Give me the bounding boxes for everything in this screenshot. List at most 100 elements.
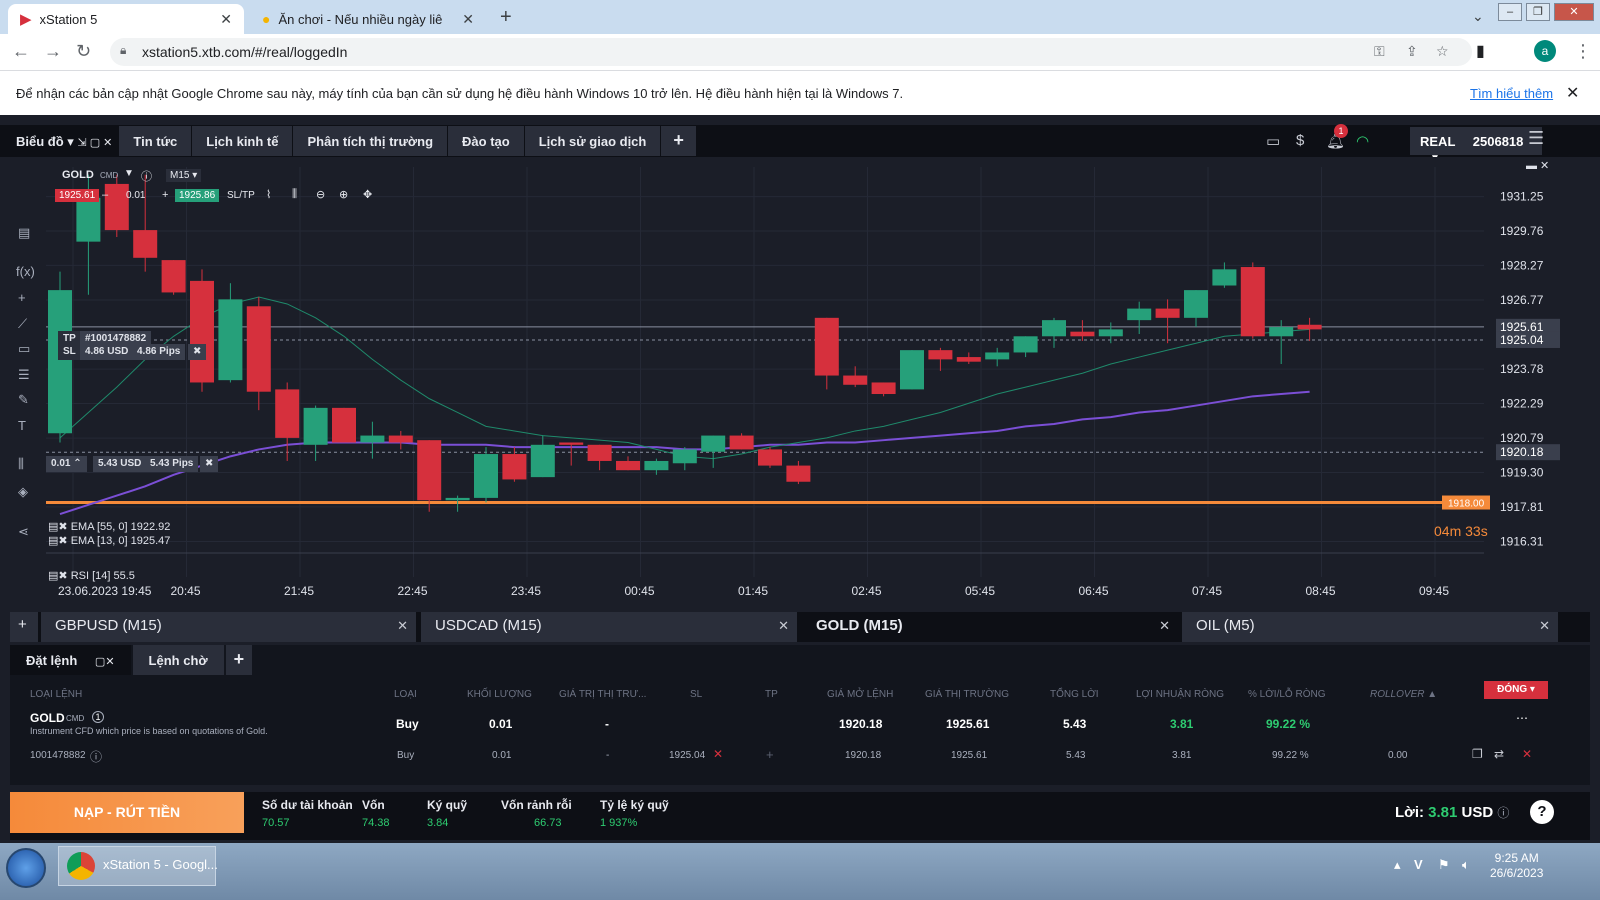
help-button[interactable]: ?	[1530, 800, 1554, 824]
browser-tab-xstation[interactable]: ▶ xStation 5 ✕	[8, 4, 244, 34]
timeframe-selector[interactable]: M15 ▾	[166, 169, 202, 182]
layers-icon[interactable]: ◈	[18, 484, 28, 500]
nav-news[interactable]: Tin tức	[119, 126, 192, 156]
remove-sl-icon[interactable]: ✕	[713, 747, 723, 761]
zoom-out-icon[interactable]: ⊖	[316, 188, 325, 201]
address-bar[interactable]: 🔒︎ xstation5.xtb.com/#/real/loggedIn ⚿ ⇪…	[110, 38, 1472, 66]
zoom-in-icon[interactable]: ⊕	[339, 188, 348, 201]
profile-avatar[interactable]: a	[1534, 40, 1556, 62]
col-gross-profit[interactable]: TỔNG LỜI	[1050, 689, 1099, 700]
reload-icon[interactable]: ↻	[76, 41, 91, 62]
move-icon[interactable]: ✥	[363, 188, 372, 201]
infobar-close-icon[interactable]: ✕	[1566, 83, 1579, 103]
tray-v-icon[interactable]: V	[1414, 857, 1423, 872]
settings-slider-icon[interactable]: ⫼	[18, 456, 24, 472]
remove-sl-icon[interactable]: ✖	[188, 344, 207, 360]
back-icon[interactable]: ←	[12, 41, 30, 62]
symbol-name[interactable]: GOLD	[62, 169, 94, 181]
col-net-pct[interactable]: % LỜI/LỖ RÒNG	[1248, 689, 1325, 700]
chart-window-controls-icon[interactable]: ▬ ✕	[1526, 159, 1549, 172]
chart-type-icon[interactable]: ▤	[18, 225, 30, 241]
nav-market-analysis[interactable]: Phân tích thị trường	[293, 126, 448, 156]
bookmark-star-icon[interactable]: ☆	[1436, 43, 1449, 60]
close-icon[interactable]: ✕	[397, 618, 408, 634]
tray-arrow-icon[interactable]: ▴	[1394, 857, 1401, 873]
candle-icon[interactable]: ⫼	[292, 188, 297, 201]
account-selector[interactable]: REAL 2506818 ▼	[1410, 127, 1542, 164]
text-tool-icon[interactable]: T	[18, 418, 26, 433]
rectangle-tool-icon[interactable]: ▭	[18, 341, 30, 357]
rsi-legend[interactable]: ▤✖ RSI [14] 55.5	[48, 569, 135, 582]
col-market-price[interactable]: GIÁ THỊ TRƯỜNG	[925, 689, 1009, 700]
symbol-tab-gbpusd[interactable]: GBPUSD (M15) ✕	[41, 612, 416, 642]
tab-window-icon[interactable]: ▢✕	[95, 656, 115, 668]
side-panel-icon[interactable]: ▮	[1476, 41, 1485, 61]
minimize-button[interactable]: –	[1498, 3, 1522, 21]
add-tab-button[interactable]: +	[661, 126, 696, 156]
system-clock[interactable]: 9:25 AM 26/6/2023	[1490, 851, 1543, 881]
info-icon[interactable]: ⓘ	[1497, 806, 1509, 820]
currency-icon[interactable]: $	[1296, 132, 1304, 149]
volume-minus-button[interactable]: –	[102, 189, 108, 201]
tab-pending-orders[interactable]: Lệnh chờ	[132, 645, 224, 675]
line-tool-icon[interactable]: ⟋	[18, 316, 27, 332]
close-icon[interactable]: ✕	[778, 618, 789, 634]
forward-icon[interactable]: →	[44, 41, 62, 62]
close-window-button[interactable]: ✕	[1554, 3, 1594, 21]
close-icon[interactable]: ✕	[1159, 618, 1170, 634]
nav-education[interactable]: Đào tạo	[448, 126, 524, 156]
price-chart[interactable]: 1931.251929.761928.271926.771925.611925.…	[10, 157, 1590, 612]
lock-icon[interactable]: 🔒︎	[120, 43, 126, 58]
col-net-profit[interactable]: LỢI NHUẬN RÒNG	[1136, 689, 1224, 700]
nav-trade-history[interactable]: Lịch sử giao dịch	[524, 126, 661, 156]
col-open-price[interactable]: GIÁ MỞ LỆNH	[827, 689, 893, 700]
crosshair-icon[interactable]: +	[18, 290, 26, 305]
chrome-menu-icon[interactable]: ⋮	[1574, 41, 1592, 62]
close-position-icon[interactable]: ✕	[1522, 747, 1532, 761]
col-rollover[interactable]: ROLLOVER ▲	[1370, 689, 1437, 700]
info-icon[interactable]: ⓘ	[141, 168, 152, 184]
chart-area[interactable]: 1931.25 1929.76 1928.27 1926.77 1925.61 1925.…	[10, 157, 1590, 619]
pen-tool-icon[interactable]: ✎	[18, 392, 29, 408]
col-order-type[interactable]: LOẠI LỆNH	[30, 689, 82, 700]
nav-chart[interactable]: Biểu đồ ▾ ⇲ ▢ ✕	[10, 126, 119, 156]
new-tab-button[interactable]: +	[500, 6, 512, 29]
tab-search-icon[interactable]: ⌄	[1472, 8, 1484, 25]
close-position-icon[interactable]: ✖	[200, 456, 219, 472]
tray-flag-icon[interactable]: ⚑	[1438, 857, 1450, 873]
col-volume[interactable]: KHỐI LƯỢNG	[467, 689, 532, 700]
close-all-button[interactable]: ĐÓNG ▾	[1484, 681, 1548, 699]
reverse-icon[interactable]: ⇄	[1494, 747, 1504, 761]
sell-price-button[interactable]: 1925.61	[55, 189, 100, 202]
layout-icon[interactable]: ▭	[1266, 132, 1280, 150]
line-chart-icon[interactable]: ⌇	[266, 188, 271, 201]
close-tab-icon[interactable]: ✕	[220, 11, 232, 28]
symbol-tab-gold[interactable]: GOLD (M15) ✕	[802, 612, 1178, 642]
tab-open-positions[interactable]: Đặt lệnh ▢✕	[10, 645, 131, 675]
col-tp[interactable]: TP	[765, 689, 778, 700]
position-id[interactable]: 1001478882	[30, 750, 86, 761]
tray-speaker-icon[interactable]: 🔈︎	[1462, 857, 1470, 873]
share-chart-icon[interactable]: ⋖	[18, 524, 29, 540]
col-market-value[interactable]: GIÁ TRỊ THỊ TRƯ...	[559, 689, 646, 700]
symbol-tab-oil[interactable]: OIL (M5) ✕	[1182, 612, 1558, 642]
share-icon[interactable]: ⇪	[1406, 43, 1418, 60]
hamburger-menu-icon[interactable]: ☰	[1528, 128, 1544, 149]
taskbar-chrome-app[interactable]: xStation 5 - Googl...	[58, 846, 218, 886]
deposit-withdraw-button[interactable]: NẠP - RÚT TIỀN	[10, 792, 244, 833]
browser-tab-second[interactable]: ● Ăn chơi - Nếu nhiều ngày liên ch ✕	[250, 4, 486, 34]
fibonacci-icon[interactable]: ☰	[18, 367, 30, 383]
col-type[interactable]: LOẠI	[394, 689, 417, 700]
col-sl[interactable]: SL	[690, 689, 702, 700]
ema55-legend[interactable]: ▤✖ EMA [55, 0] 1922.92	[48, 520, 170, 533]
info-icon[interactable]: ⓘ	[90, 748, 102, 765]
add-tab-button[interactable]: +	[225, 645, 253, 675]
nav-economic-calendar[interactable]: Lịch kinh tế	[192, 126, 293, 156]
restore-button[interactable]: ❐	[1526, 3, 1550, 21]
symbol-tab-usdcad[interactable]: USDCAD (M15) ✕	[421, 612, 797, 642]
close-icon[interactable]: ✕	[1539, 618, 1550, 634]
key-icon[interactable]: ⚿	[1374, 43, 1385, 60]
window-controls-icon[interactable]: ⇲ ▢ ✕	[77, 137, 112, 149]
volume-input[interactable]: 0.01	[126, 190, 145, 201]
ema13-legend[interactable]: ▤✖ EMA [13, 0] 1925.47	[48, 534, 170, 547]
